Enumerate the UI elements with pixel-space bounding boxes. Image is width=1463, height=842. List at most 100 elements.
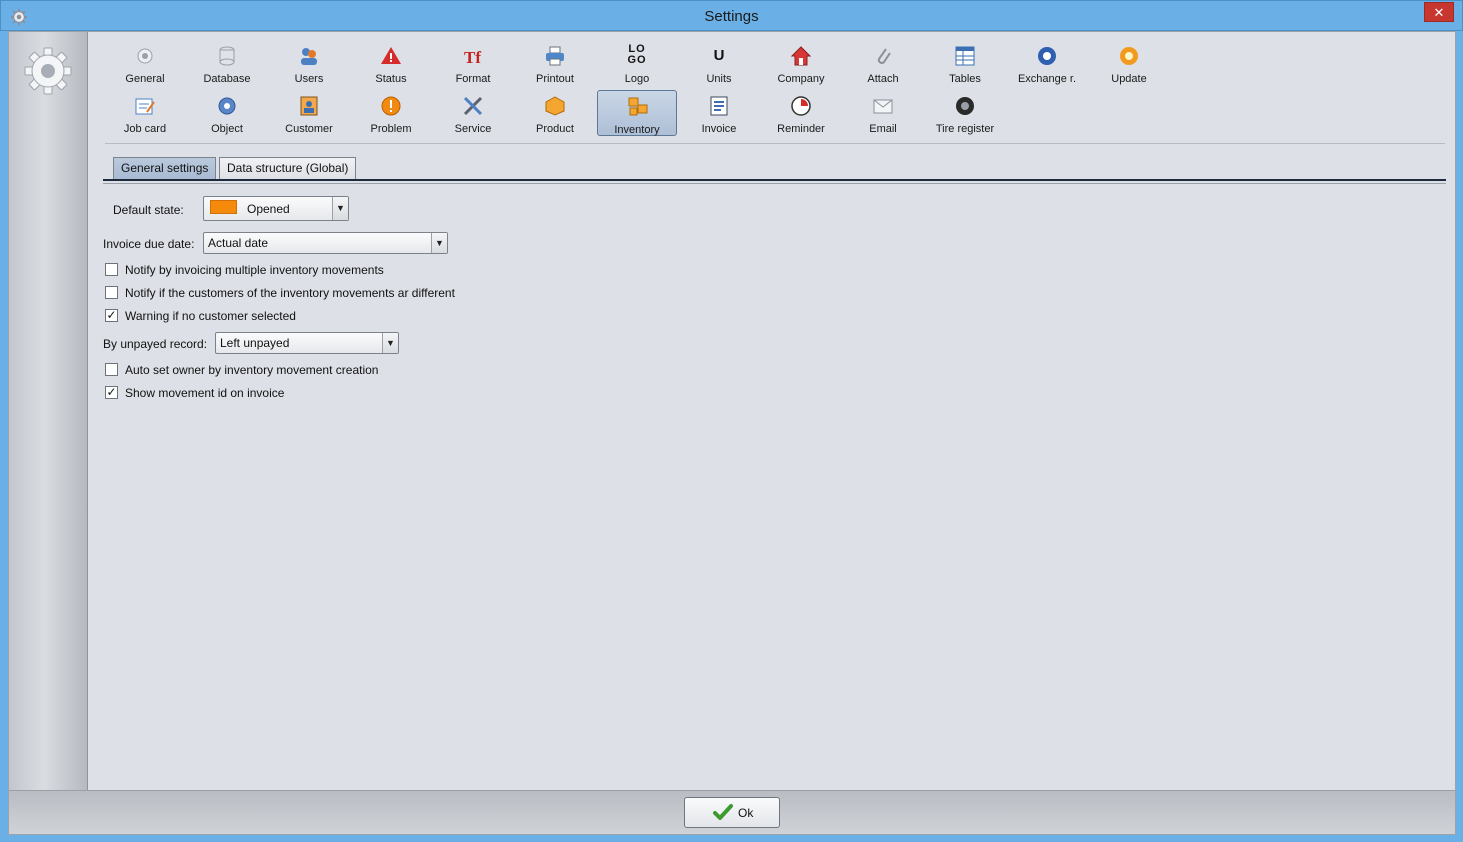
checkbox[interactable]: ✓	[105, 309, 118, 322]
invoice-due-label: Invoice due date:	[103, 237, 195, 251]
toolbar-item-invoice[interactable]: Invoice	[679, 90, 759, 136]
close-button[interactable]: ✕	[1424, 2, 1454, 22]
toolbar-item-label: Exchange r.	[1017, 73, 1077, 85]
toolbar-item-customer[interactable]: Customer	[269, 90, 349, 136]
toolbar-item-label: Printout	[536, 73, 574, 85]
toolbar-item-users[interactable]: Users	[269, 40, 349, 86]
boxes-icon	[628, 97, 648, 116]
button-bar: Ok	[9, 790, 1455, 834]
chevron-down-icon[interactable]: ▼	[431, 233, 447, 253]
toolbar-item-job-card[interactable]: Job card	[105, 90, 185, 136]
toolbar-item-label: Database	[203, 73, 251, 85]
window-title: Settings	[704, 8, 759, 25]
jobcard-icon	[135, 98, 155, 115]
settings-window: General Database Users Status Tf Format Printo…	[8, 31, 1456, 835]
settings-toolbar: General Database Users Status Tf Format Printo…	[105, 40, 1445, 142]
checkbox[interactable]	[105, 363, 118, 376]
paperclip-icon	[877, 48, 891, 64]
check-label: Notify by invoicing multiple inventory m…	[125, 263, 384, 277]
toolbar-item-label: Company	[777, 73, 825, 85]
svg-text:Tf: Tf	[464, 48, 481, 67]
toolbar-item-tables[interactable]: Tables	[925, 40, 1005, 86]
toolbar-item-label: Email	[869, 123, 897, 135]
checkbox[interactable]: ✓	[105, 386, 118, 399]
checkmark-icon	[713, 804, 733, 820]
toolbar-item-label: Reminder	[777, 123, 825, 135]
toolbar-item-format[interactable]: Tf Format	[433, 40, 513, 86]
toolbar-item-label: Attach	[867, 73, 899, 85]
ok-button[interactable]: Ok	[684, 797, 780, 828]
toolbar-item-label: Problem	[370, 123, 412, 135]
toolbar-item-general[interactable]: General	[105, 40, 185, 86]
side-panel	[9, 32, 88, 790]
unpayed-record-select[interactable]: Left unpayed ▼	[215, 332, 399, 354]
toolbar-item-label: Invoice	[701, 123, 737, 135]
toolbar-item-label: Logo	[624, 73, 650, 85]
toolbar-item-label: Object	[211, 123, 243, 135]
toolbar-item-database[interactable]: Database	[187, 40, 267, 86]
tab-divider	[103, 183, 1446, 184]
toolbar-item-label: Users	[294, 73, 324, 85]
toolbar-item-tire-register[interactable]: Tire register	[925, 90, 1005, 136]
toolbar-item-product[interactable]: Product	[515, 90, 595, 136]
check-label: Warning if no customer selected	[125, 309, 296, 323]
toolbar-item-object[interactable]: Object	[187, 90, 267, 136]
toolbar-item-label: Tire register	[935, 123, 995, 135]
format-icon: Tf	[464, 48, 481, 67]
checkbox[interactable]	[105, 286, 118, 299]
toolbar-item-exchange-r[interactable]: Exchange r.	[1007, 40, 1087, 86]
toolbar-item-label: General	[125, 73, 165, 85]
table-icon	[955, 46, 975, 66]
chevron-down-icon[interactable]: ▼	[332, 197, 348, 220]
toolbar-item-reminder[interactable]: Reminder	[761, 90, 841, 136]
default-state-value: Opened	[247, 202, 290, 216]
default-state-select[interactable]: Opened ▼	[203, 196, 349, 221]
toolbar-item-service[interactable]: Service	[433, 90, 513, 136]
units-icon: U	[713, 47, 725, 64]
tab-underline	[103, 179, 1446, 181]
toolbar-item-email[interactable]: Email	[843, 90, 923, 136]
invoice-due-select[interactable]: Actual date ▼	[203, 232, 448, 254]
toolbar-item-company[interactable]: Company	[761, 40, 841, 86]
database-icon	[219, 46, 235, 66]
tire-icon	[956, 97, 974, 115]
settings-gear-icon	[24, 47, 72, 95]
toolbar-item-attach[interactable]: Attach	[843, 40, 923, 86]
ok-label: Ok	[738, 806, 754, 820]
invoice-icon	[710, 96, 728, 116]
tools-icon	[463, 96, 483, 116]
toolbar-item-label: Job card	[123, 123, 167, 135]
email-icon	[873, 99, 893, 114]
logo-icon: LO GO	[627, 43, 647, 66]
check-label: Notify if the customers of the inventory…	[125, 286, 455, 300]
chevron-down-icon[interactable]: ▼	[382, 333, 398, 353]
tab-data-structure[interactable]: Data structure (Global)	[219, 157, 357, 179]
checkbox[interactable]	[105, 263, 118, 276]
toolbar-item-label: Status	[375, 73, 407, 85]
toolbar-item-units[interactable]: U Units	[679, 40, 759, 86]
users-icon	[301, 48, 317, 65]
problem-icon	[381, 96, 401, 116]
unpayed-record-label: By unpayed record:	[103, 337, 208, 351]
toolbar-item-label: Tables	[949, 73, 981, 85]
toolbar-item-logo[interactable]: LO GO Logo	[597, 40, 677, 86]
toolbar-item-update[interactable]: Update	[1089, 40, 1169, 86]
object-gear-icon	[218, 97, 236, 115]
customer-icon	[300, 96, 318, 116]
toolbar-item-inventory[interactable]: Inventory	[597, 90, 677, 136]
toolbar-item-label: Product	[536, 123, 574, 135]
printer-icon	[546, 46, 564, 66]
check-label: Auto set owner by inventory movement cre…	[125, 363, 379, 377]
state-color-swatch	[210, 200, 237, 214]
toolbar-divider	[105, 143, 1445, 144]
toolbar-item-label: Customer	[285, 123, 333, 135]
toolbar-item-label: Inventory	[614, 124, 660, 136]
house-icon	[790, 46, 812, 66]
toolbar-item-label: Units	[706, 73, 732, 85]
exchange-icon	[1038, 47, 1056, 65]
toolbar-item-status[interactable]: Status	[351, 40, 431, 86]
check-label: Show movement id on invoice	[125, 386, 285, 400]
toolbar-item-problem[interactable]: Problem	[351, 90, 431, 136]
tab-general-settings[interactable]: General settings	[113, 157, 217, 179]
toolbar-item-printout[interactable]: Printout	[515, 40, 595, 86]
